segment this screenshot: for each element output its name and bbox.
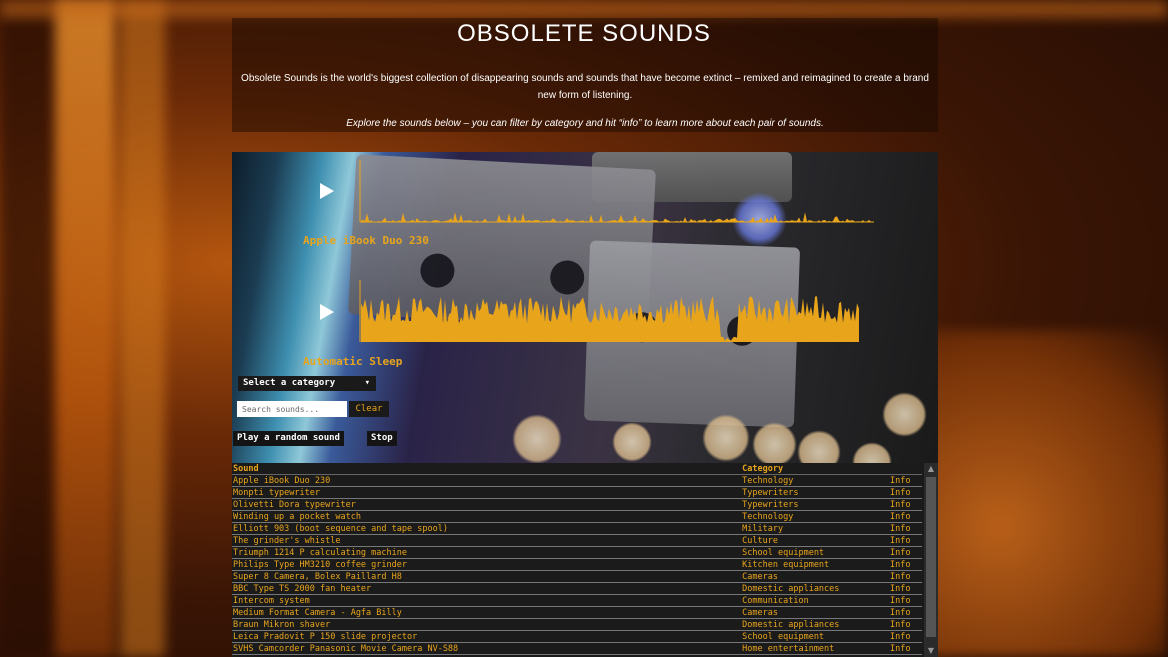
play-icon[interactable] bbox=[320, 183, 334, 199]
sound-name: Triumph 1214 P calculating machine bbox=[232, 546, 743, 559]
sound-category: Kitchen equipment bbox=[742, 558, 891, 571]
table-row[interactable]: Medium Format Camera - Agfa Billy Cameras… bbox=[232, 606, 922, 619]
sound-category: School equipment bbox=[742, 546, 891, 559]
table-row[interactable]: Intercom system Communication Info bbox=[232, 594, 922, 607]
track-label: Automatic Sleep bbox=[303, 355, 403, 368]
sound-category: Domestic appliances bbox=[742, 618, 891, 631]
sound-name: Intercom system bbox=[232, 594, 743, 607]
info-button[interactable]: Info bbox=[890, 534, 922, 547]
table-row[interactable]: Winding up a pocket watch Technology Info bbox=[232, 510, 922, 523]
info-button[interactable]: Info bbox=[890, 558, 922, 571]
sound-category: Technology bbox=[742, 510, 891, 523]
table-row[interactable]: Elliott 903 (boot sequence and tape spoo… bbox=[232, 522, 922, 535]
sound-name: SVHS Camcorder Panasonic Movie Camera NV… bbox=[232, 642, 743, 655]
info-button[interactable]: Info bbox=[890, 570, 922, 583]
sound-name: Super 8 Camera, Bolex Paillard H8 bbox=[232, 570, 743, 583]
info-button[interactable]: Info bbox=[890, 546, 922, 559]
table-row[interactable]: BBC Type TS 2000 fan heater Domestic appl… bbox=[232, 582, 922, 595]
sound-name: Olivetti Dora typewriter bbox=[232, 498, 743, 511]
random-sound-button[interactable]: Play a random sound bbox=[233, 431, 344, 446]
sound-name: Braun Mikron shaver bbox=[232, 618, 743, 631]
info-button[interactable]: Info bbox=[890, 486, 922, 499]
category-select[interactable]: Select a category ▾ bbox=[238, 376, 376, 391]
table-row[interactable]: The grinder's whistle Culture Info bbox=[232, 534, 922, 547]
table-row[interactable]: SVHS Camcorder Panasonic Movie Camera NV… bbox=[232, 642, 922, 655]
column-header-info bbox=[890, 463, 922, 475]
sound-name: BBC Type TS 2000 fan heater bbox=[232, 582, 743, 595]
info-button[interactable]: Info bbox=[890, 594, 922, 607]
sound-name: Medium Format Camera - Agfa Billy bbox=[232, 606, 743, 619]
waveform-1[interactable] bbox=[359, 160, 879, 224]
info-button[interactable]: Info bbox=[890, 630, 922, 643]
sound-player: Apple iBook Duo 230 Automatic Sleep bbox=[232, 152, 938, 464]
sound-name: Apple iBook Duo 230 bbox=[232, 474, 743, 487]
info-button[interactable]: Info bbox=[890, 642, 922, 655]
sound-name: Philips Type HM3210 coffee grinder bbox=[232, 558, 743, 571]
sound-name: Winding up a pocket watch bbox=[232, 510, 743, 523]
table-row[interactable]: Super 8 Camera, Bolex Paillard H8 Cameras… bbox=[232, 570, 922, 583]
intro-text: Obsolete Sounds is the world's biggest c… bbox=[241, 73, 929, 101]
info-button[interactable]: Info bbox=[890, 606, 922, 619]
background-light-strip bbox=[55, 0, 115, 657]
search-input[interactable] bbox=[237, 401, 347, 417]
table-row[interactable]: Monpti typewriter Typewriters Info bbox=[232, 486, 922, 499]
column-header-sound[interactable]: Sound bbox=[232, 463, 743, 475]
sound-category: Typewriters bbox=[742, 498, 891, 511]
sound-category: Communication bbox=[742, 594, 891, 607]
sounds-table: Sound Category Apple iBook Duo 230 Techno… bbox=[232, 463, 938, 657]
info-button[interactable]: Info bbox=[890, 510, 922, 523]
table-row[interactable]: Leica Pradovit P 150 slide projector Scho… bbox=[232, 630, 922, 643]
sound-category: Cameras bbox=[742, 570, 891, 583]
sound-name: Elliott 903 (boot sequence and tape spoo… bbox=[232, 522, 743, 535]
table-row[interactable]: Apple iBook Duo 230 Technology Info bbox=[232, 474, 922, 487]
column-header-category[interactable]: Category bbox=[742, 463, 891, 475]
waveform-2[interactable] bbox=[359, 280, 879, 344]
info-button[interactable]: Info bbox=[890, 522, 922, 535]
info-button[interactable]: Info bbox=[890, 498, 922, 511]
scroll-down-icon[interactable]: ▼ bbox=[924, 645, 938, 657]
table-scrollbar[interactable]: ▲ ▼ bbox=[924, 463, 938, 657]
sound-name: The grinder's whistle bbox=[232, 534, 743, 547]
background-shadow bbox=[0, 0, 60, 657]
clear-button[interactable]: Clear bbox=[349, 401, 389, 417]
table-row[interactable]: Triumph 1214 P calculating machine School… bbox=[232, 546, 922, 559]
sound-category: Domestic appliances bbox=[742, 582, 891, 595]
page-title: OBSOLETE SOUNDS bbox=[457, 20, 711, 47]
sound-category: School equipment bbox=[742, 630, 891, 643]
info-button[interactable]: Info bbox=[890, 474, 922, 487]
sound-category: Technology bbox=[742, 474, 891, 487]
info-button[interactable]: Info bbox=[890, 618, 922, 631]
chevron-down-icon: ▾ bbox=[364, 378, 370, 388]
table-header-row: Sound Category bbox=[232, 463, 922, 475]
sound-category: Culture bbox=[742, 534, 891, 547]
stop-button[interactable]: Stop bbox=[367, 431, 397, 446]
sound-category: Home entertainment bbox=[742, 642, 891, 655]
background-top-glow bbox=[0, 0, 1168, 18]
sound-name: Monpti typewriter bbox=[232, 486, 743, 499]
sound-name: Leica Pradovit P 150 slide projector bbox=[232, 630, 743, 643]
info-button[interactable]: Info bbox=[890, 582, 922, 595]
scrollbar-thumb[interactable] bbox=[926, 477, 936, 637]
sound-category: Cameras bbox=[742, 606, 891, 619]
background-light-strip-2 bbox=[120, 0, 165, 657]
sound-category: Military bbox=[742, 522, 891, 535]
scroll-up-icon[interactable]: ▲ bbox=[924, 463, 938, 475]
play-icon[interactable] bbox=[320, 304, 334, 320]
track-label: Apple iBook Duo 230 bbox=[303, 234, 429, 247]
table-row[interactable]: Olivetti Dora typewriter Typewriters Info bbox=[232, 498, 922, 511]
sound-category: Typewriters bbox=[742, 486, 891, 499]
table-row[interactable]: Philips Type HM3210 coffee grinder Kitche… bbox=[232, 558, 922, 571]
explore-text: Explore the sounds below – you can filte… bbox=[346, 118, 824, 129]
table-row[interactable]: Braun Mikron shaver Domestic appliances In… bbox=[232, 618, 922, 631]
